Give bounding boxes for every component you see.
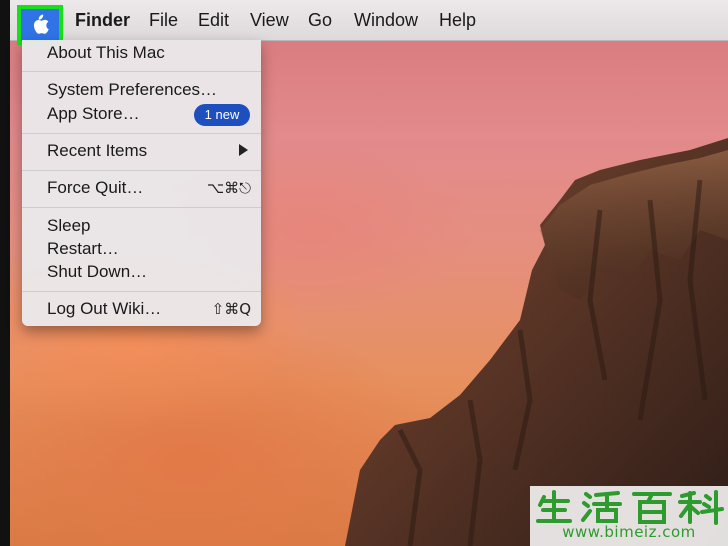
- apple-dropdown-menu: About This Mac System Preferences… App S…: [22, 40, 261, 326]
- menu-item-log-out[interactable]: Log Out Wiki…: [47, 298, 161, 320]
- menu-item-about-this-mac[interactable]: About This Mac: [47, 42, 165, 64]
- submenu-arrow-icon: [239, 144, 248, 156]
- watermark-url: www.bimeiz.com: [562, 523, 696, 541]
- app-store-update-badge: 1 new: [194, 104, 250, 126]
- menu-window[interactable]: Window: [354, 9, 418, 31]
- apple-menu-button[interactable]: [17, 5, 63, 45]
- menu-separator: [22, 291, 261, 292]
- menu-item-restart[interactable]: Restart…: [47, 238, 119, 260]
- force-quit-shortcut: ⌥⌘⎋: [206, 179, 251, 197]
- menu-bar: Finder File Edit View Go Window Help: [10, 0, 728, 41]
- menu-finder[interactable]: Finder: [75, 9, 130, 31]
- menu-item-force-quit[interactable]: Force Quit…: [47, 177, 143, 199]
- menu-item-system-preferences[interactable]: System Preferences…: [47, 79, 217, 101]
- log-out-shortcut: ⇧⌘Q: [211, 300, 251, 318]
- menu-item-recent-items[interactable]: Recent Items: [47, 140, 147, 162]
- menu-edit[interactable]: Edit: [198, 9, 229, 31]
- menu-separator: [22, 133, 261, 134]
- menu-separator: [22, 170, 261, 171]
- menu-go[interactable]: Go: [308, 9, 332, 31]
- menu-item-shut-down[interactable]: Shut Down…: [47, 261, 147, 283]
- menu-file[interactable]: File: [149, 9, 178, 31]
- menu-view[interactable]: View: [250, 9, 289, 31]
- apple-logo-icon: [33, 14, 49, 34]
- desktop-screen: Finder File Edit View Go Window Help Abo…: [0, 0, 728, 546]
- menu-help[interactable]: Help: [439, 9, 476, 31]
- menu-item-app-store[interactable]: App Store…: [47, 103, 140, 125]
- watermark: www.bimeiz.com: [530, 486, 728, 546]
- menu-separator: [22, 207, 261, 208]
- watermark-logo: [536, 490, 724, 525]
- menu-item-sleep[interactable]: Sleep: [47, 215, 90, 237]
- menu-separator: [22, 71, 261, 72]
